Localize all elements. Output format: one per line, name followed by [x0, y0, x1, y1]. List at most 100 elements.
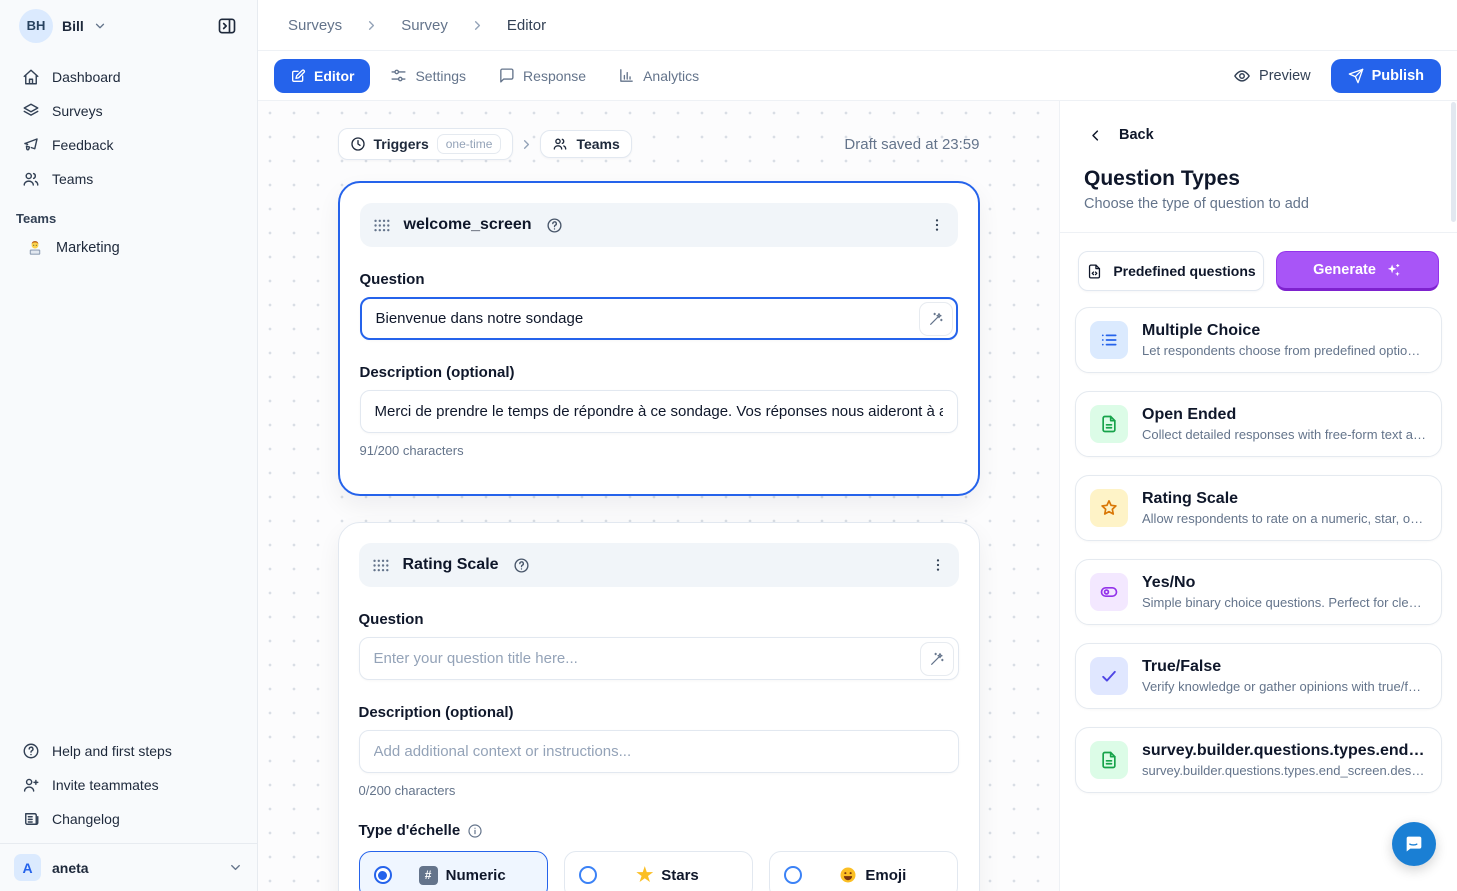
question-card-welcome-screen[interactable]: welcome_screen Question Desc	[338, 181, 980, 496]
canvas-meta-row: Triggers one-time Teams Draft saved at 2…	[338, 128, 980, 160]
question-type-title: survey.builder.questions.types.end_scr..…	[1142, 742, 1427, 760]
workspace-switcher[interactable]: BH Bill	[14, 4, 115, 48]
radio-selected[interactable]	[374, 866, 392, 884]
question-card-title: Rating Scale	[403, 556, 499, 574]
survey-editor-app: BH Bill Dashboard Surveys Feedback	[0, 0, 1457, 891]
breadcrumb-survey[interactable]: Survey	[401, 17, 448, 34]
panel-body: Predefined questions Generate	[1060, 233, 1457, 811]
triggers-chip[interactable]: Triggers one-time	[338, 128, 514, 160]
breadcrumb: Surveys Survey Editor	[258, 0, 1457, 51]
tab-editor[interactable]: Editor	[274, 59, 370, 93]
ai-rewrite-button[interactable]	[919, 302, 953, 336]
main-area: Surveys Survey Editor Editor Settings Re…	[258, 0, 1457, 891]
tab-label: Settings	[415, 68, 466, 84]
question-type-yes-no[interactable]: Yes/No Simple binary choice questions. P…	[1075, 559, 1442, 625]
star-icon	[1099, 498, 1119, 518]
sidebar-item-label: Changelog	[52, 811, 120, 827]
question-type-title: Rating Scale	[1142, 490, 1427, 508]
generate-button[interactable]: Generate	[1276, 251, 1439, 291]
sidebar-item-feedback[interactable]: Feedback	[12, 129, 245, 161]
question-type-description: Simple binary choice questions. Perfect …	[1142, 595, 1427, 610]
account-avatar: A	[14, 854, 41, 881]
question-type-true-false[interactable]: True/False Verify knowledge or gather op…	[1075, 643, 1442, 709]
sidebar-item-invite[interactable]: Invite teammates	[12, 769, 245, 801]
chevron-right-icon	[470, 18, 485, 33]
chevron-down-icon	[93, 19, 107, 33]
publish-button[interactable]: Publish	[1331, 59, 1441, 93]
help-circle-icon[interactable]	[513, 557, 530, 574]
question-title-input[interactable]	[360, 297, 958, 340]
hash-keycap-icon: #	[419, 866, 438, 885]
preview-label: Preview	[1259, 68, 1311, 84]
star-icon: ★	[636, 866, 653, 885]
bar-chart-icon	[618, 67, 635, 84]
chat-widget-button[interactable]	[1392, 822, 1436, 866]
sidebar-item-team-marketing[interactable]: Marketing	[12, 232, 245, 264]
question-types-panel: Back Question Types Choose the type of q…	[1059, 101, 1457, 891]
sidebar-item-label: Invite teammates	[52, 777, 159, 793]
chevron-right-icon	[364, 18, 379, 33]
predefined-questions-label: Predefined questions	[1113, 263, 1255, 279]
account-menu[interactable]: A aneta	[0, 843, 257, 891]
preview-button[interactable]: Preview	[1221, 59, 1323, 93]
ai-rewrite-button[interactable]	[920, 642, 954, 676]
teams-section-label: Teams	[0, 195, 257, 232]
sidebar-item-changelog[interactable]: Changelog	[12, 803, 245, 835]
sliders-icon	[390, 67, 407, 84]
predefined-questions-button[interactable]: Predefined questions	[1078, 251, 1264, 291]
sidebar-item-surveys[interactable]: Surveys	[12, 95, 245, 127]
tab-label: Analytics	[643, 68, 699, 84]
breadcrumb-surveys[interactable]: Surveys	[288, 17, 342, 34]
teams-chip[interactable]: Teams	[540, 130, 631, 158]
question-type-end-screen[interactable]: survey.builder.questions.types.end_scr..…	[1075, 727, 1442, 793]
check-icon	[1099, 666, 1119, 686]
sidebar-item-teams[interactable]: Teams	[12, 163, 245, 195]
info-icon[interactable]	[467, 823, 483, 839]
help-circle-icon[interactable]	[546, 217, 563, 234]
file-code-icon	[1086, 263, 1103, 280]
workspace-name: Bill	[62, 18, 84, 34]
back-button[interactable]: Back	[1084, 127, 1433, 143]
eye-icon	[1233, 67, 1251, 85]
panel-right-icon	[217, 16, 237, 36]
drag-handle-icon[interactable]	[373, 218, 390, 233]
file-text-icon	[1099, 414, 1119, 434]
sidebar-toggle-button[interactable]	[209, 8, 245, 44]
question-type-title: Multiple Choice	[1142, 322, 1427, 340]
tab-analytics[interactable]: Analytics	[606, 58, 711, 93]
tab-settings[interactable]: Settings	[378, 58, 478, 93]
question-type-multiple-choice[interactable]: Multiple Choice Let respondents choose f…	[1075, 307, 1442, 373]
question-description-input[interactable]	[360, 390, 958, 433]
woman-technologist-icon	[26, 239, 44, 257]
scale-option-stars[interactable]: ★ Stars	[564, 851, 753, 891]
triggers-chip-label: Triggers	[374, 136, 429, 152]
question-card-header[interactable]: welcome_screen	[360, 203, 958, 247]
question-type-description: Let respondents choose from predefined o…	[1142, 343, 1427, 358]
sidebar-item-help[interactable]: Help and first steps	[12, 735, 245, 767]
sidebar-item-label: Dashboard	[52, 69, 121, 85]
question-card-header[interactable]: Rating Scale	[359, 543, 959, 587]
tab-response[interactable]: Response	[486, 58, 598, 93]
clock-icon	[350, 136, 366, 152]
question-title-input[interactable]	[359, 637, 959, 680]
question-type-open-ended[interactable]: Open Ended Collect detailed responses wi…	[1075, 391, 1442, 457]
question-card-rating-scale[interactable]: Rating Scale Question Descri	[338, 522, 980, 891]
question-type-rating-scale[interactable]: Rating Scale Allow respondents to rate o…	[1075, 475, 1442, 541]
scale-option-emoji[interactable]: Emoji	[769, 851, 958, 891]
back-label: Back	[1119, 127, 1154, 143]
radio-unselected[interactable]	[579, 866, 597, 884]
breadcrumb-editor[interactable]: Editor	[507, 17, 546, 34]
tab-label: Editor	[314, 68, 354, 84]
kebab-menu-icon[interactable]	[930, 557, 946, 573]
chevron-down-icon	[228, 860, 243, 875]
radio-unselected[interactable]	[784, 866, 802, 884]
editor-canvas: Triggers one-time Teams Draft saved at 2…	[258, 101, 1059, 891]
kebab-menu-icon[interactable]	[929, 217, 945, 233]
scrollbar[interactable]	[1451, 102, 1456, 222]
drag-handle-icon[interactable]	[372, 558, 389, 573]
scale-option-numeric[interactable]: # Numeric	[359, 851, 548, 891]
description-field-label: Description (optional)	[359, 704, 959, 721]
sidebar-item-dashboard[interactable]: Dashboard	[12, 61, 245, 93]
question-description-input[interactable]	[359, 730, 959, 773]
workspace-avatar: BH	[19, 9, 53, 43]
